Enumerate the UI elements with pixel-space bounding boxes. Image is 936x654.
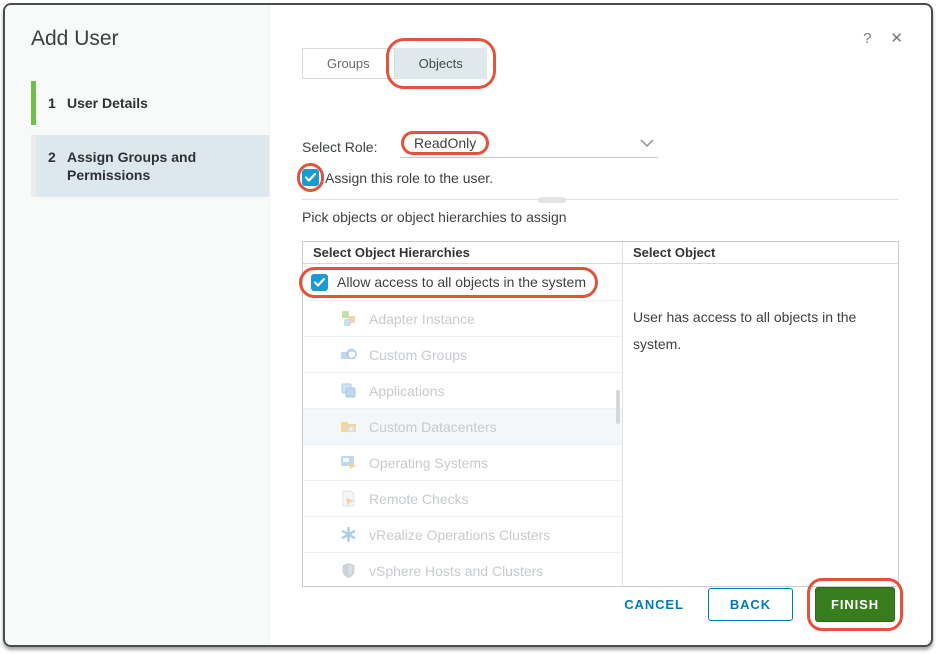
select-role-label: Select Role: xyxy=(302,139,400,155)
dialog-title: Add User xyxy=(31,27,269,51)
window-controls: ? ✕ xyxy=(863,31,903,46)
dialog-footer: CANCEL BACK FINISH xyxy=(302,587,899,628)
tab-objects[interactable]: Objects xyxy=(395,48,487,79)
assign-role-checkbox[interactable] xyxy=(302,169,319,186)
role-dropdown[interactable]: ReadOnly xyxy=(400,135,658,158)
hierarchy-label: Remote Checks xyxy=(369,491,469,507)
sidebar-step-assign-groups[interactable]: 2 Assign Groups and Permissions xyxy=(31,135,269,197)
finish-button[interactable]: FINISH xyxy=(815,587,895,622)
chevron-down-icon xyxy=(640,139,654,148)
hierarchy-row-applications[interactable]: Applications xyxy=(303,372,622,408)
assign-role-label: Assign this role to the user. xyxy=(325,170,493,186)
role-selected-value: ReadOnly xyxy=(414,135,476,151)
hierarchy-row-custom-datacenters[interactable]: Custom Datacenters xyxy=(303,408,622,444)
step-label: User Details xyxy=(67,94,257,112)
hierarchy-row-vsphere-hosts-and-clusters[interactable]: vSphere Hosts and Clusters xyxy=(303,552,622,588)
hierarchy-label: Operating Systems xyxy=(369,455,488,471)
close-icon[interactable]: ✕ xyxy=(890,31,903,46)
horizontal-scrollbar-thumb[interactable] xyxy=(538,197,566,203)
cancel-button[interactable]: CANCEL xyxy=(622,589,686,620)
adapter-instance-icon xyxy=(340,310,357,327)
sidebar-step-user-details[interactable]: 1 User Details xyxy=(31,81,269,125)
allow-all-label: Allow access to all objects in the syste… xyxy=(337,274,586,290)
custom-groups-icon xyxy=(340,346,357,363)
wizard-main-panel: ? ✕ Groups Objects Select Role: ReadOnly xyxy=(270,5,931,645)
hierarchy-row-operating-systems[interactable]: Operating Systems xyxy=(303,444,622,480)
left-column-header: Select Object Hierarchies xyxy=(303,242,622,264)
select-role-row: Select Role: ReadOnly xyxy=(302,135,899,158)
step-label: Assign Groups and Permissions xyxy=(67,148,257,184)
tab-label: Objects xyxy=(419,56,463,71)
checkmark-icon xyxy=(314,278,325,287)
allow-all-checkbox[interactable] xyxy=(311,274,328,291)
object-hierarchies-column: Select Object Hierarchies Allow access t… xyxy=(303,242,623,586)
allow-all-row: Allow access to all objects in the syste… xyxy=(303,264,622,300)
remote-checks-icon xyxy=(340,490,357,507)
assign-role-row: Assign this role to the user. xyxy=(302,169,899,186)
back-button[interactable]: BACK xyxy=(708,588,793,621)
add-user-dialog: Add User 1 User Details 2 Assign Groups … xyxy=(3,3,933,647)
vsphere-hosts-and-clusters-icon xyxy=(340,562,357,579)
right-column-header: Select Object xyxy=(623,242,898,264)
checkmark-icon xyxy=(305,173,316,182)
hierarchy-row-vrealize-operations-clusters[interactable]: vRealize Operations Clusters xyxy=(303,516,622,552)
tab-bar: Groups Objects xyxy=(302,48,899,79)
all-objects-message: User has access to all objects in the sy… xyxy=(623,264,898,358)
hierarchy-label: Applications xyxy=(369,383,445,399)
step-number: 2 xyxy=(48,148,60,184)
vrealize-operations-clusters-icon xyxy=(340,526,357,543)
hierarchy-label: Custom Datacenters xyxy=(369,419,497,435)
hierarchy-row-adapter-instance[interactable]: Adapter Instance xyxy=(303,300,622,336)
step-number: 1 xyxy=(48,94,60,112)
hierarchy-label: Custom Groups xyxy=(369,347,467,363)
hierarchy-row-custom-groups[interactable]: Custom Groups xyxy=(303,336,622,372)
applications-icon xyxy=(340,382,357,399)
tab-label: Groups xyxy=(327,56,370,71)
object-picker-table: Select Object Hierarchies Allow access t… xyxy=(302,241,899,587)
tab-groups[interactable]: Groups xyxy=(302,48,395,79)
pick-objects-instruction: Pick objects or object hierarchies to as… xyxy=(302,209,899,225)
vertical-scrollbar-thumb[interactable] xyxy=(616,390,620,424)
hierarchy-label: vSphere Hosts and Clusters xyxy=(369,563,543,579)
hierarchy-label: Adapter Instance xyxy=(369,311,475,327)
hierarchy-label: vRealize Operations Clusters xyxy=(369,527,550,543)
custom-datacenters-icon xyxy=(340,418,357,435)
help-icon[interactable]: ? xyxy=(863,31,871,46)
select-object-column: Select Object User has access to all obj… xyxy=(623,242,898,586)
section-divider xyxy=(302,199,899,200)
operating-systems-icon xyxy=(340,454,357,471)
wizard-sidebar: Add User 1 User Details 2 Assign Groups … xyxy=(5,5,270,645)
hierarchy-row-remote-checks[interactable]: Remote Checks xyxy=(303,480,622,516)
